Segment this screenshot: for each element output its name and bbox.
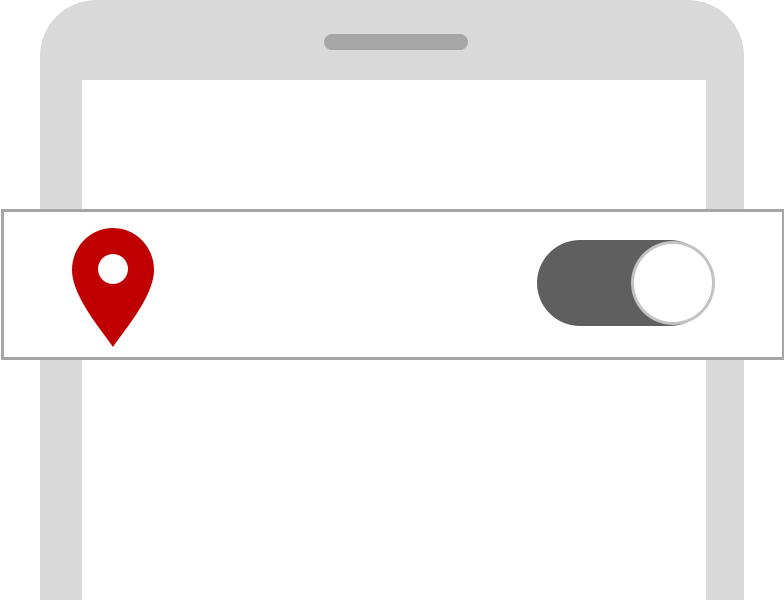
location-toggle-switch[interactable] <box>537 240 715 326</box>
location-setting-row[interactable] <box>1 209 784 360</box>
toggle-knob <box>631 241 715 325</box>
speaker-slot <box>324 34 468 50</box>
location-pin-icon <box>68 225 158 347</box>
